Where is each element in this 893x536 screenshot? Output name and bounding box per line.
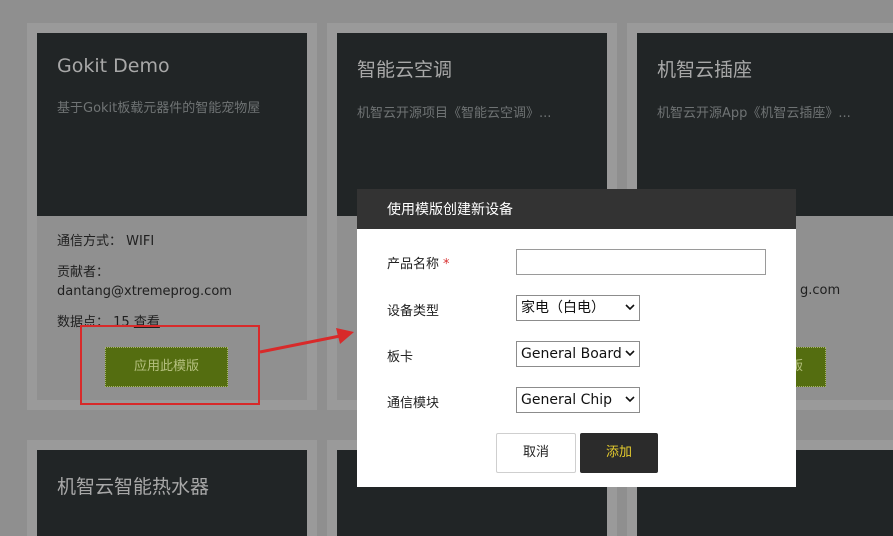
template-card-heater: 机智云智能热水器 <box>27 440 317 536</box>
highlight-box <box>80 325 260 405</box>
contributor-partial: g.com <box>800 283 841 298</box>
chevron-down-icon <box>625 304 635 311</box>
modal-title: 使用模版创建新设备 <box>357 189 796 229</box>
board-select[interactable]: General Board <box>516 341 640 367</box>
comm-module-label: 通信模块 <box>387 396 440 411</box>
annotation-arrow-icon <box>259 328 354 354</box>
card-title: Gokit Demo <box>57 55 170 77</box>
card-description: 机智云开源项目《智能云空调》... <box>357 106 552 121</box>
device-type-select[interactable]: 家电（白电） <box>516 295 640 321</box>
card-header: 机智云智能热水器 <box>37 450 307 536</box>
chevron-down-icon <box>625 396 635 403</box>
card-description: 机智云开源App《机智云插座》... <box>657 106 851 121</box>
chevron-down-icon <box>625 350 635 357</box>
comm-row: 通信方式： WIFI <box>57 232 287 251</box>
comm-module-value: General Chip <box>521 392 613 408</box>
product-name-input[interactable] <box>516 249 766 275</box>
comm-module-select[interactable]: General Chip <box>516 387 640 413</box>
board-label: 板卡 <box>387 350 414 365</box>
device-type-value: 家电（白电） <box>521 300 605 316</box>
create-device-modal: 使用模版创建新设备 产品名称 * 设备类型 家电（白电） 板卡 General B… <box>357 189 796 487</box>
contributor-value: dantang@xtremeprog.com <box>57 284 232 299</box>
board-value: General Board <box>521 346 622 362</box>
cancel-button[interactable]: 取消 <box>496 433 576 473</box>
product-name-label: 产品名称 <box>387 257 440 272</box>
card-title: 机智云智能热水器 <box>57 476 210 498</box>
card-header: Gokit Demo 基于Gokit板载元器件的智能宠物屋 <box>37 33 307 216</box>
card-title: 机智云插座 <box>657 59 753 81</box>
product-name-label-row: 产品名称 * <box>387 253 450 272</box>
add-button[interactable]: 添加 <box>580 433 658 473</box>
device-type-label: 设备类型 <box>387 304 440 319</box>
comm-value: WIFI <box>126 234 155 249</box>
contributor-row: 贡献者： dantang@xtremeprog.com <box>57 263 287 301</box>
card-title: 智能云空调 <box>357 59 453 81</box>
comm-label: 通信方式： <box>57 234 123 249</box>
required-mark: * <box>443 257 450 272</box>
contributor-label: 贡献者： <box>57 265 110 280</box>
card-description: 基于Gokit板载元器件的智能宠物屋 <box>57 101 261 116</box>
